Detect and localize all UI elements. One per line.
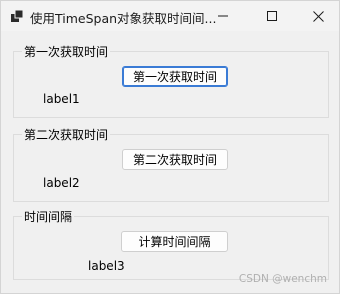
get-first-time-button[interactable]: 第一次获取时间 (122, 66, 228, 87)
groupbox-second-time: 第二次获取时间 第二次获取时间 label2 (13, 126, 329, 202)
app-window: 使用TimeSpan对象获取时间间... 第一次获取时间 第一次获取时间 lab… (0, 0, 340, 294)
groupbox-title: 时间间隔 (22, 208, 75, 225)
app-icon (11, 9, 24, 22)
window-title: 使用TimeSpan对象获取时间间... (30, 11, 217, 26)
close-button[interactable] (295, 1, 340, 31)
groupbox-interval: 时间间隔 计算时间间隔 label3 (13, 208, 329, 280)
maximize-icon (267, 11, 277, 21)
maximize-button[interactable] (249, 1, 295, 31)
label2: label2 (43, 176, 80, 190)
groupbox-first-time: 第一次获取时间 第一次获取时间 label1 (13, 43, 329, 118)
title-bar[interactable]: 使用TimeSpan对象获取时间间... (1, 1, 339, 31)
groupbox-title: 第一次获取时间 (22, 43, 111, 60)
watermark: CSDN @wenchm (238, 273, 327, 285)
minimize-icon (218, 15, 228, 17)
calculate-interval-button[interactable]: 计算时间间隔 (121, 231, 228, 252)
groupbox-title: 第二次获取时间 (22, 126, 111, 143)
close-icon (312, 10, 324, 22)
get-second-time-button[interactable]: 第二次获取时间 (122, 149, 228, 170)
label3: label3 (88, 259, 125, 273)
minimize-button[interactable] (200, 1, 246, 31)
label1: label1 (43, 92, 80, 106)
